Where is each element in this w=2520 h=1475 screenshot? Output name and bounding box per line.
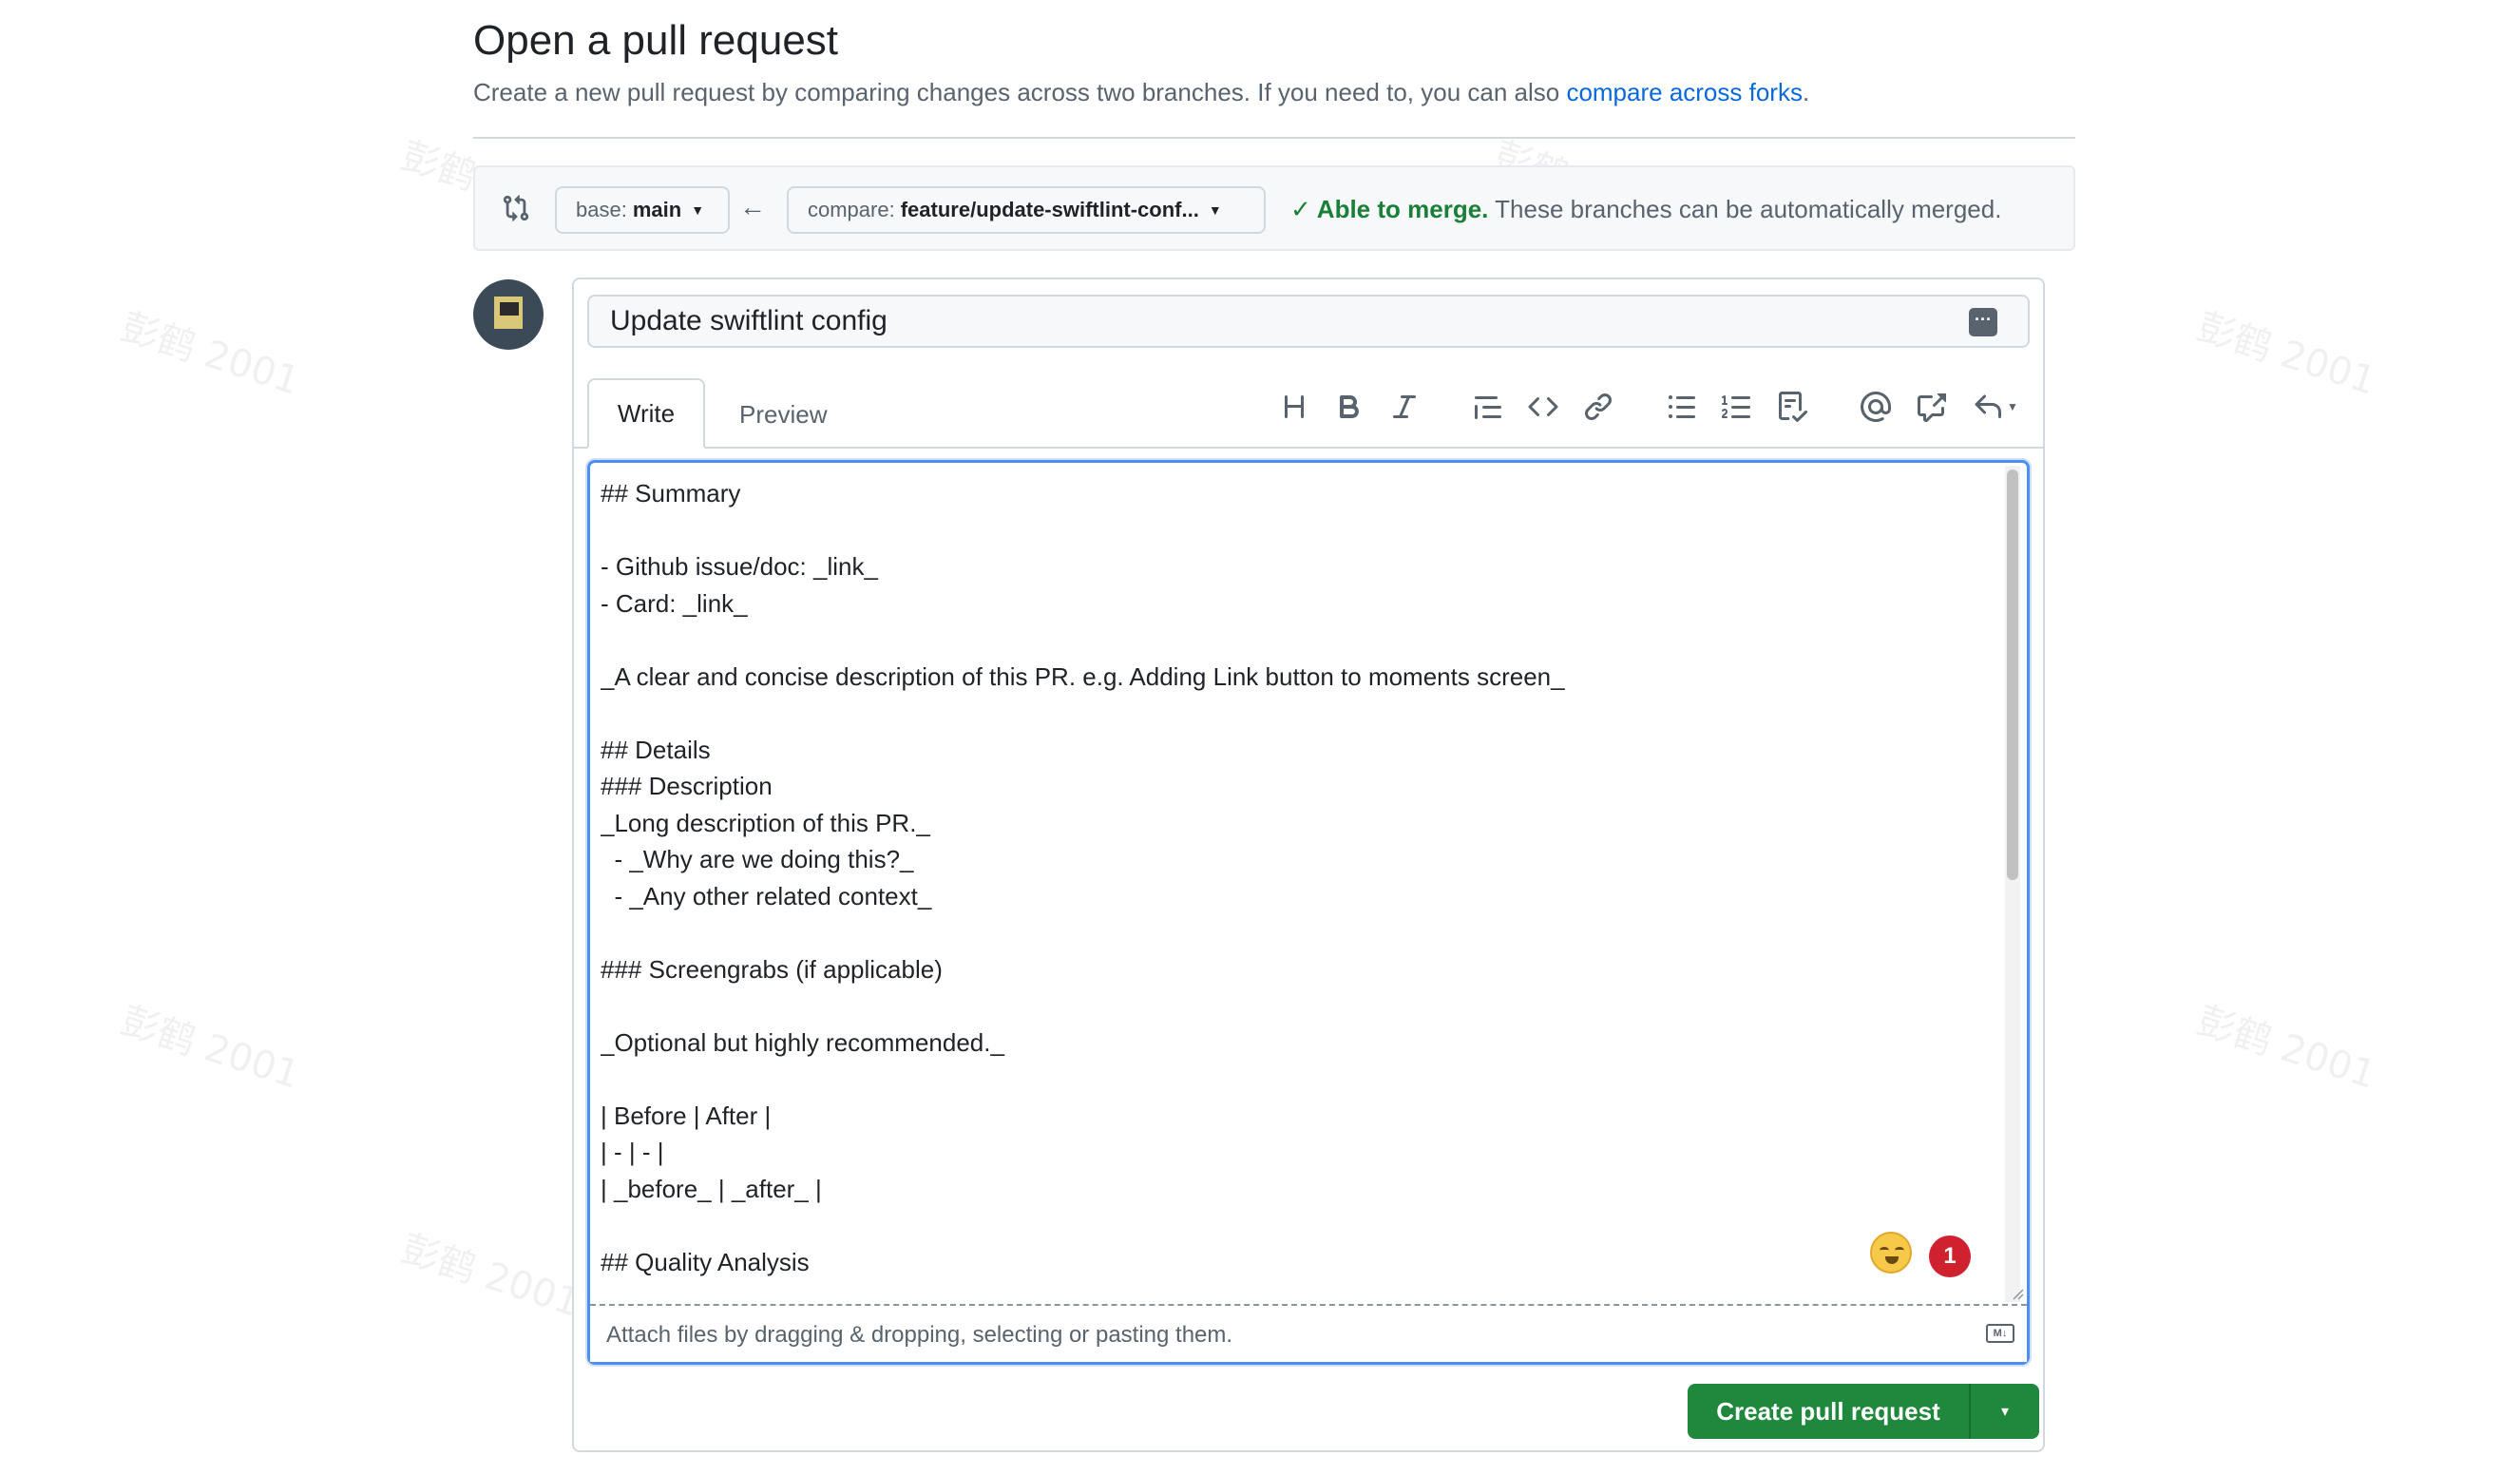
watermark: 彭鹤 2001 <box>115 998 305 1098</box>
watermark: 彭鹤 2001 <box>2191 304 2381 404</box>
base-branch-select[interactable]: base: main ▼ <box>555 186 730 234</box>
compare-branch-select[interactable]: compare: feature/update-swiftlint-conf..… <box>787 186 1266 234</box>
chevron-down-icon: ▼ <box>691 202 705 218</box>
resize-handle-icon[interactable] <box>2009 1285 2024 1300</box>
chevron-down-icon: ▼ <box>1208 202 1222 218</box>
tab-preview[interactable]: Preview <box>739 397 827 431</box>
cross-reference-icon[interactable] <box>1914 390 1948 424</box>
quote-icon[interactable] <box>1471 390 1505 424</box>
avatar[interactable] <box>473 279 544 350</box>
merge-status: ✓ Able to merge. These branches can be au… <box>1290 192 2001 226</box>
compare-across-forks-link[interactable]: compare across forks <box>1566 78 1803 106</box>
description-text: Create a new pull request by comparing c… <box>473 78 1567 106</box>
ordered-list-icon[interactable] <box>1720 390 1754 424</box>
watermark: 彭鹤 2001 <box>115 304 305 404</box>
check-icon: ✓ <box>1290 195 1311 223</box>
task-list-icon[interactable] <box>1775 390 1809 424</box>
arrow-left-icon: ← <box>739 192 766 221</box>
description-end: . <box>1802 78 1810 106</box>
chevron-down-icon[interactable]: ▾ <box>1971 1402 2039 1421</box>
merge-ok-label: Able to merge. <box>1316 195 1489 223</box>
base-label: base: <box>576 198 627 221</box>
compare-value: feature/update-swiftlint-conf... <box>900 198 1199 221</box>
italic-icon[interactable] <box>1387 390 1422 424</box>
watermark: 彭鹤 2001 <box>395 1226 585 1326</box>
bold-icon[interactable] <box>1332 390 1366 424</box>
unordered-list-icon[interactable] <box>1665 390 1699 424</box>
link-icon[interactable] <box>1581 390 1615 424</box>
title-input[interactable] <box>587 295 2030 348</box>
notification-badge[interactable]: 1 <box>1929 1236 1971 1277</box>
divider <box>473 137 2075 139</box>
kebab-menu-icon[interactable]: ··· <box>1969 308 1997 336</box>
git-compare-icon <box>502 194 530 222</box>
scrollbar-thumb[interactable] <box>2007 469 2018 880</box>
tabs-divider <box>574 447 2043 449</box>
base-value: main <box>632 198 682 221</box>
mention-icon[interactable] <box>1859 390 1893 424</box>
saved-replies-icon[interactable]: ▼ <box>1969 390 2022 424</box>
page-description: Create a new pull request by comparing c… <box>473 74 1809 110</box>
code-icon[interactable] <box>1526 390 1560 424</box>
compare-label: compare: <box>808 198 895 221</box>
attach-files-hint[interactable]: Attach files by dragging & dropping, sel… <box>606 1319 1232 1351</box>
create-pull-request-button[interactable]: Create pull request <box>1688 1384 1971 1439</box>
merge-status-text: These branches can be automatically merg… <box>1495 195 2002 223</box>
markdown-icon[interactable]: M↓ <box>1986 1324 2014 1343</box>
tab-write[interactable]: Write <box>587 378 705 449</box>
heading-icon[interactable] <box>1277 390 1311 424</box>
page-title: Open a pull request <box>473 17 839 64</box>
pr-body-text[interactable]: ## Summary - Github issue/doc: _link_ - … <box>601 475 1988 1298</box>
create-pull-request-button-group: Create pull request ▾ <box>1688 1384 2039 1439</box>
watermark: 彭鹤 2001 <box>2191 998 2381 1098</box>
emoji-icon[interactable] <box>1870 1232 1912 1274</box>
